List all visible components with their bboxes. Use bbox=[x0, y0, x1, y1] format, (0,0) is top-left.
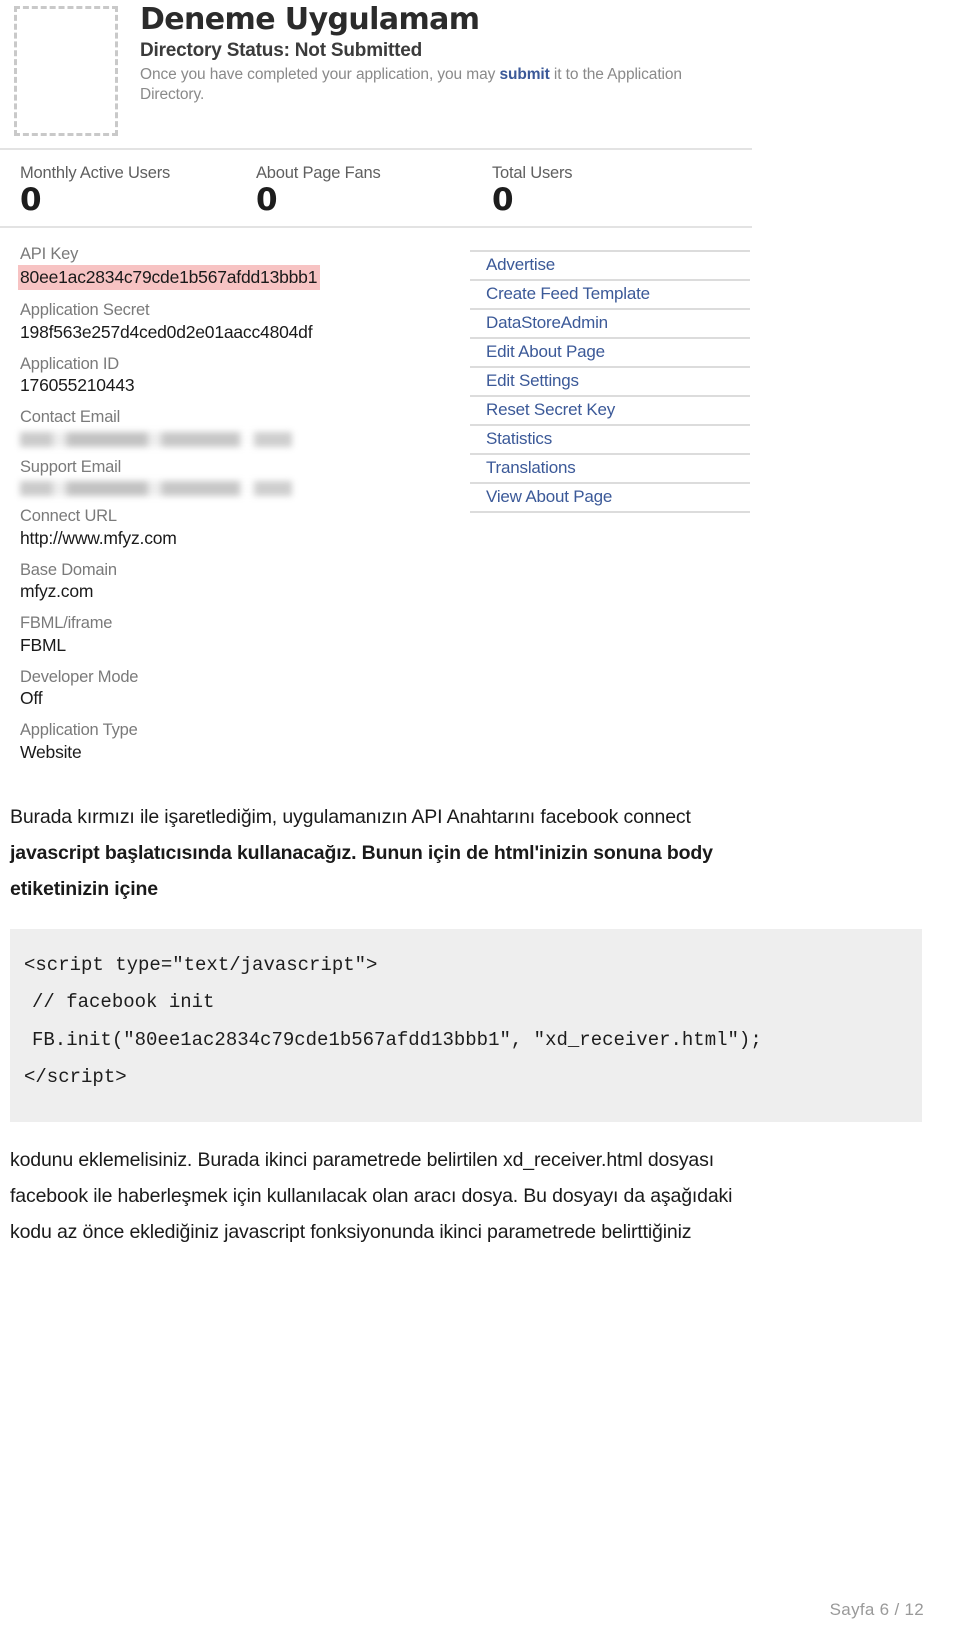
action-create-feed-template[interactable]: Create Feed Template bbox=[470, 281, 750, 310]
intro-paragraph-line-1: Burada kırmızı ile işaretlediğim, uygula… bbox=[10, 806, 691, 829]
stat-about-page-fans: About Page Fans 0 bbox=[256, 164, 492, 216]
stat-value: 0 bbox=[492, 182, 514, 218]
connect-url-value: http://www.mfyz.com bbox=[20, 528, 177, 548]
stat-label: Total Users bbox=[492, 164, 573, 182]
field-fbml-iframe: FBML/iframe FBML bbox=[20, 613, 470, 656]
directory-note: Once you have completed your application… bbox=[140, 65, 740, 105]
field-contact-email: Contact Email bbox=[20, 407, 470, 447]
developer-mode-value: Off bbox=[20, 688, 43, 709]
app-actions-list: Advertise Create Feed Template DataStore… bbox=[470, 250, 750, 513]
action-label: Edit Settings bbox=[486, 371, 579, 390]
code-line-fb-init: FB.init("80ee1ac2834c79cde1b567afdd13bbb… bbox=[32, 1028, 762, 1051]
field-application-id: Application ID 176055210443 bbox=[20, 354, 470, 397]
action-translations[interactable]: Translations bbox=[470, 455, 750, 484]
action-datastoreadmin[interactable]: DataStoreAdmin bbox=[470, 310, 750, 339]
action-label: Reset Secret Key bbox=[486, 400, 616, 419]
action-label: Edit About Page bbox=[486, 342, 605, 361]
field-label: Developer Mode bbox=[20, 667, 139, 686]
field-label: Support Email bbox=[20, 457, 122, 476]
app-fields-column: API Key 80ee1ac2834c79cde1b567afdd13bbb1… bbox=[0, 244, 470, 773]
tail-paragraph-line-3: kodu az önce eklediğiniz javascript fonk… bbox=[10, 1220, 692, 1243]
action-label: Create Feed Template bbox=[486, 284, 650, 303]
app-thumbnail-placeholder bbox=[14, 6, 118, 136]
field-developer-mode: Developer Mode Off bbox=[20, 667, 470, 710]
stat-value: 0 bbox=[20, 182, 42, 218]
field-label: Application Type bbox=[20, 720, 138, 739]
tail-paragraph-line-1: kodunu eklemelisiniz. Burada ikinci para… bbox=[10, 1148, 714, 1171]
stat-value: 0 bbox=[256, 182, 278, 218]
api-key-value: 80ee1ac2834c79cde1b567afdd13bbb1 bbox=[18, 264, 321, 291]
action-view-about-page[interactable]: View About Page bbox=[470, 484, 750, 513]
submit-link[interactable]: submit bbox=[499, 66, 549, 83]
contact-email-redacted bbox=[20, 431, 292, 447]
action-statistics[interactable]: Statistics bbox=[470, 426, 750, 455]
tail-paragraph-line-2: facebook ile haberleşmek için kullanılac… bbox=[10, 1184, 733, 1207]
app-title: Deneme Uygulamam bbox=[140, 2, 480, 37]
intro-paragraph-line-2: javascript başlatıcısında kullanacağız. … bbox=[10, 842, 713, 865]
page-indicator: Sayfa 6 / 12 bbox=[829, 1600, 924, 1619]
field-label: Base Domain bbox=[20, 560, 117, 579]
field-base-domain: Base Domain mfyz.com bbox=[20, 560, 470, 603]
field-label: Application Secret bbox=[20, 301, 150, 320]
field-support-email: Support Email bbox=[20, 457, 470, 497]
action-edit-about-page[interactable]: Edit About Page bbox=[470, 339, 750, 368]
action-label: View About Page bbox=[486, 487, 613, 506]
field-label: FBML/iframe bbox=[20, 614, 113, 633]
code-line-comment: // facebook init bbox=[32, 991, 215, 1014]
fbml-iframe-value: FBML bbox=[20, 634, 66, 655]
field-label: Application ID bbox=[20, 354, 120, 373]
action-label: Translations bbox=[486, 458, 576, 477]
field-api-key: API Key 80ee1ac2834c79cde1b567afdd13bbb1 bbox=[18, 244, 470, 291]
app-actions-column: Advertise Create Feed Template DataStore… bbox=[470, 244, 750, 773]
field-application-type: Application Type Website bbox=[20, 720, 470, 763]
action-reset-secret-key[interactable]: Reset Secret Key bbox=[470, 397, 750, 426]
stat-label: Monthly Active Users bbox=[20, 164, 171, 182]
action-advertise[interactable]: Advertise bbox=[470, 250, 750, 281]
intro-paragraph-line-3: etiketinizin içine bbox=[10, 878, 158, 901]
directory-note-part1: Once you have completed your application… bbox=[140, 66, 500, 84]
stat-total-users: Total Users 0 bbox=[492, 164, 728, 216]
field-label: Contact Email bbox=[20, 408, 121, 427]
embedded-screenshot: Deneme Uygulamam Directory Status: Not S… bbox=[0, 0, 960, 773]
app-settings-body: API Key 80ee1ac2834c79cde1b567afdd13bbb1… bbox=[0, 228, 960, 773]
field-label: API Key bbox=[20, 245, 79, 263]
stats-row: Monthly Active Users 0 About Page Fans 0… bbox=[0, 150, 752, 228]
field-connect-url: Connect URL http://www.mfyz.com bbox=[20, 506, 470, 549]
action-label: Advertise bbox=[486, 255, 556, 274]
directory-status: Directory Status: Not Submitted bbox=[140, 40, 422, 62]
application-type-value: Website bbox=[20, 741, 82, 762]
code-block: <script type="text/javascript"> // faceb… bbox=[10, 929, 922, 1122]
action-edit-settings[interactable]: Edit Settings bbox=[470, 368, 750, 397]
application-secret-value: 198f563e257d4ced0d2e01aacc4804df bbox=[20, 322, 313, 342]
action-label: DataStoreAdmin bbox=[486, 313, 608, 332]
app-header: Deneme Uygulamam Directory Status: Not S… bbox=[0, 0, 752, 150]
action-label: Statistics bbox=[486, 429, 553, 448]
stat-monthly-active-users: Monthly Active Users 0 bbox=[20, 164, 256, 216]
app-header-text: Deneme Uygulamam Directory Status: Not S… bbox=[118, 2, 740, 105]
field-label: Connect URL bbox=[20, 507, 117, 526]
support-email-redacted bbox=[20, 481, 292, 497]
application-id-value: 176055210443 bbox=[20, 375, 135, 396]
field-application-secret: Application Secret 198f563e257d4ced0d2e0… bbox=[20, 300, 470, 343]
code-line-script-close: </script> bbox=[24, 1065, 127, 1088]
base-domain-value: mfyz.com bbox=[20, 581, 94, 602]
stat-label: About Page Fans bbox=[256, 164, 381, 182]
code-line-script-open: <script type="text/javascript"> bbox=[24, 954, 378, 977]
document-body: Burada kırmızı ile işaretlediğim, uygula… bbox=[0, 799, 960, 1250]
